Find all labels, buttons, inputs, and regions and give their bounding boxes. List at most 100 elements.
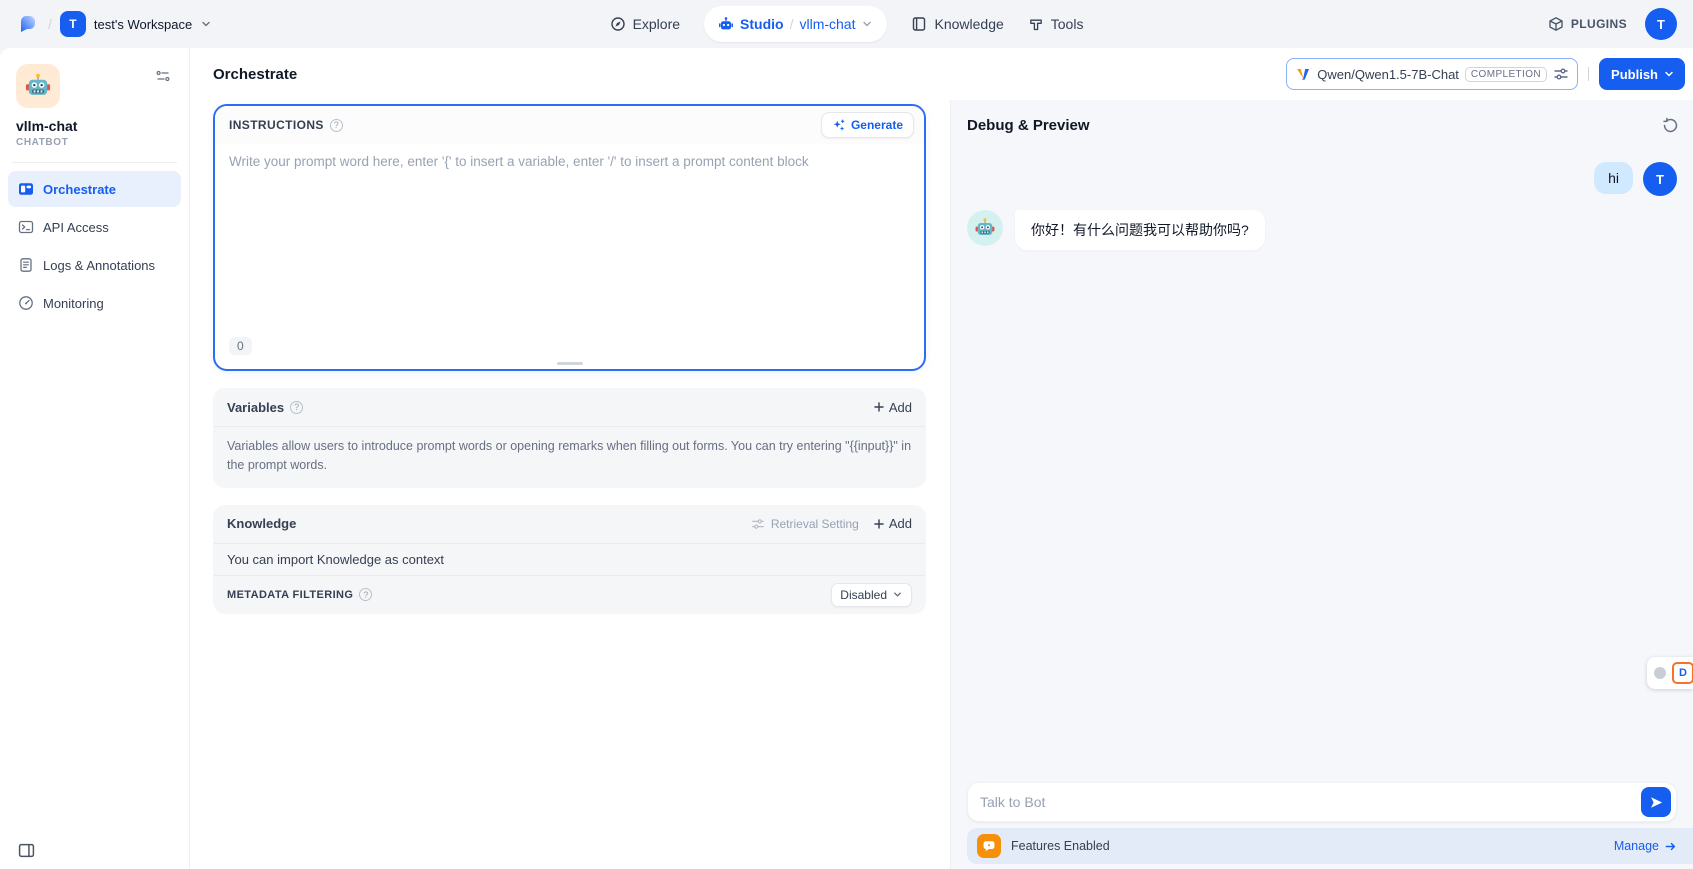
manage-label: Manage — [1614, 839, 1659, 853]
knowledge-description: You can import Knowledge as context — [213, 544, 926, 575]
chat-message-bot: 你好！有什么问题我可以帮助你吗? — [967, 210, 1677, 250]
collapse-sidebar-icon[interactable] — [18, 842, 35, 859]
header-actions: Qwen/Qwen1.5-7B-Chat COMPLETION Publish — [1286, 58, 1685, 90]
debug-title: Debug & Preview — [967, 117, 1090, 134]
divider — [12, 162, 177, 163]
nav-left: / T test's Workspace — [16, 11, 610, 37]
publish-button[interactable]: Publish — [1599, 58, 1685, 90]
divider — [1588, 67, 1589, 81]
metadata-filtering-title: METADATA FILTERING — [227, 589, 353, 601]
config-panel: INSTRUCTIONS Generate — [190, 100, 950, 869]
generate-button[interactable]: Generate — [821, 112, 914, 138]
top-nav: / T test's Workspace Explore Studio / vl… — [0, 0, 1693, 48]
sidebar-item-monitoring[interactable]: Monitoring — [8, 285, 181, 321]
features-icon — [977, 834, 1001, 858]
app-icon[interactable] — [16, 64, 60, 108]
extension-logo-icon: D — [1672, 662, 1693, 684]
help-icon[interactable] — [290, 401, 303, 414]
nav-tab-knowledge[interactable]: Knowledge — [911, 16, 1003, 32]
manage-features-button[interactable]: Manage — [1614, 839, 1677, 853]
user-bubble: hi — [1594, 162, 1633, 194]
debug-header: Debug & Preview — [951, 100, 1693, 136]
user-avatar[interactable]: T — [1645, 8, 1677, 40]
metadata-filtering-dropdown[interactable]: Disabled — [831, 583, 912, 607]
model-settings-sliders-icon[interactable] — [1553, 66, 1569, 82]
sidebar-item-orchestrate[interactable]: Orchestrate — [8, 171, 181, 207]
sparkle-icon — [832, 118, 846, 132]
studio-robot-icon — [718, 16, 734, 32]
knowledge-header: Knowledge Retrieval Setting — [213, 505, 926, 543]
retrieval-setting-button[interactable]: Retrieval Setting — [751, 517, 859, 531]
tools-label: Tools — [1051, 16, 1084, 32]
metadata-filtering-row: METADATA FILTERING Disabled — [213, 576, 926, 614]
debug-panel: Debug & Preview hi T 你好！有什么问题我可以帮助你吗 — [950, 100, 1693, 869]
chevron-down-icon[interactable] — [861, 18, 873, 30]
add-label: Add — [889, 400, 912, 415]
prompt-editor[interactable] — [229, 154, 910, 335]
slash-divider: / — [48, 16, 52, 32]
workspace-name[interactable]: test's Workspace — [94, 17, 192, 32]
knowledge-icon — [911, 16, 927, 32]
sidebar-menu: Orchestrate API Access Logs & Annotation… — [0, 171, 189, 321]
plugins-button[interactable]: PLUGINS — [1548, 16, 1627, 32]
split-panels: INSTRUCTIONS Generate — [190, 100, 1693, 869]
user-chat-avatar: T — [1643, 162, 1677, 196]
help-icon[interactable] — [359, 588, 372, 601]
send-button[interactable] — [1641, 787, 1671, 817]
restart-conversation-icon[interactable] — [1660, 115, 1681, 136]
sidebar-item-api-access[interactable]: API Access — [8, 209, 181, 245]
help-icon[interactable] — [330, 119, 343, 132]
page-title: Orchestrate — [213, 66, 1286, 83]
nav-tab-tools[interactable]: Tools — [1028, 16, 1084, 32]
chevron-down-icon — [892, 589, 903, 600]
sidebar-item-label: Logs & Annotations — [43, 258, 155, 273]
extension-dot-icon — [1654, 667, 1666, 679]
slash-divider: / — [790, 16, 794, 32]
nav-tab-studio[interactable]: Studio / vllm-chat — [704, 6, 887, 42]
add-knowledge-button[interactable]: Add — [873, 516, 912, 531]
workspace-avatar[interactable]: T — [60, 11, 86, 37]
instructions-footer: 0 — [215, 335, 924, 369]
app-operations-icon[interactable] — [151, 64, 175, 88]
variables-header: Variables Add — [213, 388, 926, 426]
add-label: Add — [889, 516, 912, 531]
dify-logo-icon[interactable] — [16, 12, 40, 36]
knowledge-title: Knowledge — [227, 516, 296, 531]
orchestrate-icon — [18, 181, 34, 197]
char-count: 0 — [229, 337, 252, 355]
nav-center: Explore Studio / vllm-chat Knowledge Too… — [610, 6, 1084, 42]
workarea: Orchestrate Qwen/Qwen1.5-7B-Chat COMPLET… — [190, 48, 1693, 869]
chat-input[interactable] — [968, 794, 1641, 810]
terminal-icon — [18, 219, 34, 235]
plus-icon — [873, 518, 885, 530]
gauge-icon — [18, 295, 34, 311]
plugins-cube-icon — [1548, 16, 1564, 32]
retrieval-sliders-icon — [751, 517, 765, 531]
add-variable-button[interactable]: Add — [873, 400, 912, 415]
sidebar-item-label: Monitoring — [43, 296, 104, 311]
instructions-body — [215, 144, 924, 335]
sidebar-item-label: Orchestrate — [43, 182, 116, 197]
sidebar-app-name: vllm-chat — [0, 108, 189, 134]
explore-icon — [610, 16, 626, 32]
nav-tab-explore[interactable]: Explore — [610, 16, 680, 32]
knowledge-label: Knowledge — [934, 16, 1003, 32]
knowledge-card: Knowledge Retrieval Setting — [213, 505, 926, 614]
publish-label: Publish — [1611, 67, 1658, 82]
variables-card: Variables Add V — [213, 388, 926, 488]
chevron-down-icon — [1663, 68, 1675, 80]
instructions-title: INSTRUCTIONS — [229, 118, 324, 132]
chevron-down-icon[interactable] — [200, 18, 212, 30]
resize-handle[interactable] — [557, 362, 583, 365]
arrow-right-icon — [1664, 840, 1677, 853]
variables-description: Variables allow users to introduce promp… — [213, 427, 926, 488]
browser-extension-widget[interactable]: D — [1647, 657, 1693, 689]
page-header: Orchestrate Qwen/Qwen1.5-7B-Chat COMPLET… — [190, 48, 1693, 100]
explore-label: Explore — [633, 16, 680, 32]
chat-message-user: hi T — [967, 162, 1677, 196]
model-selector[interactable]: Qwen/Qwen1.5-7B-Chat COMPLETION — [1286, 58, 1578, 90]
model-name: Qwen/Qwen1.5-7B-Chat — [1317, 67, 1459, 82]
plus-icon — [873, 401, 885, 413]
sidebar-item-logs-annotations[interactable]: Logs & Annotations — [8, 247, 181, 283]
features-label: Features Enabled — [1011, 839, 1110, 853]
